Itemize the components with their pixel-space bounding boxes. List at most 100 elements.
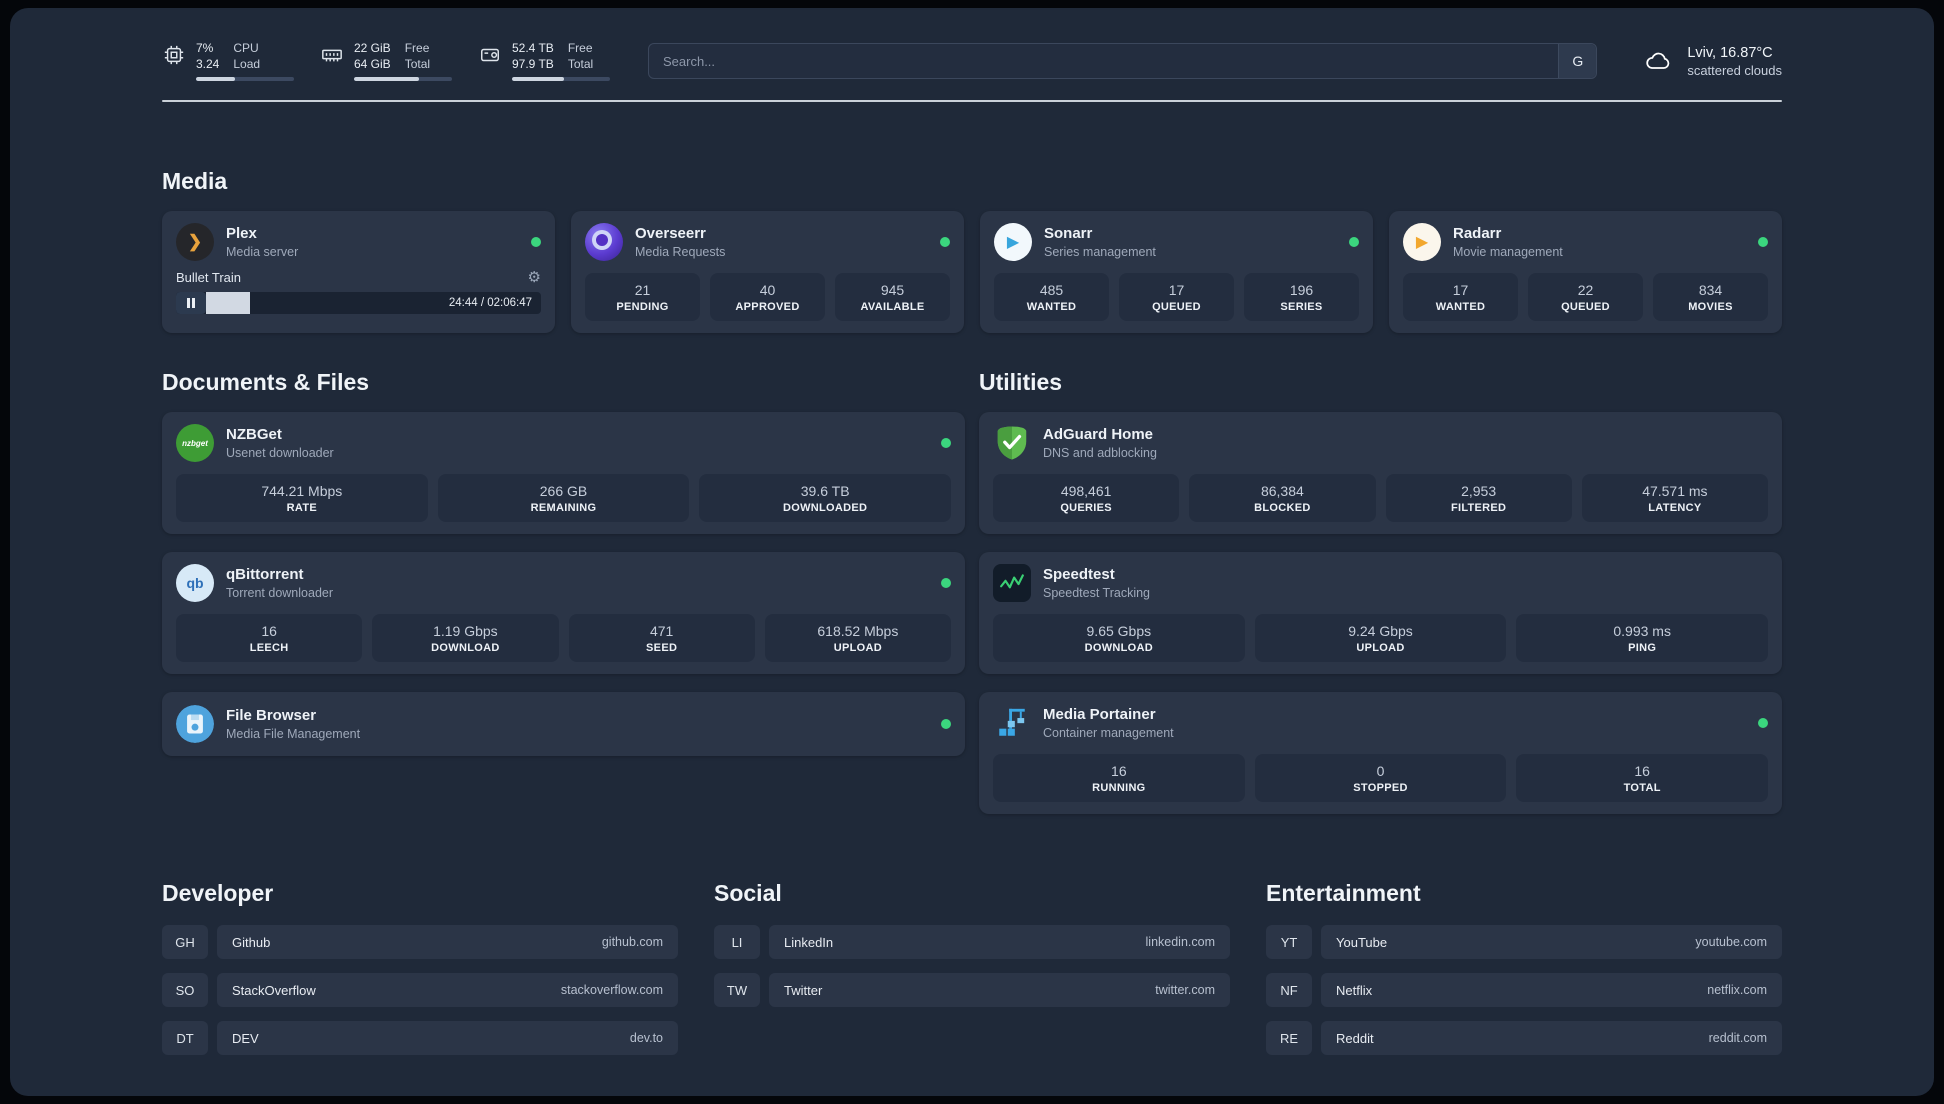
playback-time: 24:44 / 02:06:47 — [448, 297, 532, 309]
status-dot — [1758, 237, 1768, 247]
sonarr-icon: ▶ — [994, 223, 1032, 261]
bookmark-link-netflix[interactable]: Netflix netflix.com — [1321, 973, 1782, 1007]
status-dot — [940, 237, 950, 247]
memory-icon — [320, 43, 344, 67]
bookmark-abbr-stackoverflow[interactable]: SO — [162, 973, 208, 1007]
status-dot — [941, 578, 951, 588]
app-card-filebrowser[interactable]: File Browser Media File Management — [162, 692, 965, 756]
bookmark-abbr-twitter[interactable]: TW — [714, 973, 760, 1007]
disk-icon — [478, 43, 502, 67]
app-card-sonarr[interactable]: ▶ Sonarr Series management 485 WANTED 17 — [980, 211, 1373, 333]
stat-ping: 0.993 ms PING — [1516, 614, 1768, 662]
stat-download: 1.19 Gbps DOWNLOAD — [372, 614, 559, 662]
app-name-nzbget: NZBGet — [226, 426, 282, 444]
cpu-value: 7% — [196, 40, 214, 55]
app-subtitle-speedtest: Speedtest Tracking — [1043, 585, 1151, 600]
status-dot — [941, 438, 951, 448]
bookmark-twitter[interactable]: TW Twitter twitter.com — [714, 973, 1230, 1007]
bookmark-stackoverflow[interactable]: SO StackOverflow stackoverflow.com — [162, 973, 678, 1007]
cpu-monitor: 7% 3.24 CPU Load — [162, 40, 294, 82]
status-dot — [1758, 718, 1768, 728]
search-bar[interactable]: G — [648, 43, 1598, 79]
stat-stopped: 0 STOPPED — [1254, 754, 1507, 802]
app-card-radarr[interactable]: ▶ Radarr Movie management 17 WANTED 22 Q… — [1389, 211, 1782, 333]
media-player-bar[interactable]: 24:44 / 02:06:47 — [176, 292, 541, 314]
stat-remaining: 266 GB REMAINING — [437, 474, 690, 522]
app-card-speedtest[interactable]: Speedtest Speedtest Tracking 9.65 Gbps D… — [979, 552, 1782, 674]
app-card-nzbget[interactable]: nzbget NZBGet Usenet downloader 744.21 M… — [162, 412, 965, 534]
app-name-speedtest: Speedtest — [1043, 566, 1115, 584]
stat-total: 16 TOTAL — [1516, 754, 1768, 802]
search-input[interactable] — [648, 43, 1598, 79]
app-subtitle-filebrowser: Media File Management — [226, 726, 361, 741]
memory-progress-bar — [354, 77, 452, 82]
stat-approved: 40 APPROVED — [710, 273, 825, 321]
app-card-adguard[interactable]: AdGuard Home DNS and adblocking 498,461 … — [979, 412, 1782, 534]
memory-free-value: 22 GiB — [354, 40, 391, 55]
status-dot — [941, 719, 951, 729]
bookmark-link-reddit[interactable]: Reddit reddit.com — [1321, 1021, 1782, 1055]
bookmark-abbr-youtube[interactable]: YT — [1266, 925, 1312, 959]
bookmark-link-github[interactable]: Github github.com — [217, 925, 678, 959]
app-subtitle-sonarr: Series management — [1044, 244, 1156, 259]
section-title-media: Media — [162, 168, 228, 194]
filebrowser-icon — [176, 705, 214, 743]
cpu-icon — [162, 43, 186, 67]
bookmark-group-entertainment: Entertainment YT YouTube youtube.com NF … — [1266, 880, 1782, 1069]
bookmark-link-stackoverflow[interactable]: StackOverflow stackoverflow.com — [217, 973, 678, 1007]
overseerr-icon — [585, 223, 623, 261]
playback-progress[interactable] — [206, 292, 440, 314]
stat-queries: 498,461 QUERIES — [993, 474, 1180, 522]
bookmark-abbr-linkedin[interactable]: LI — [714, 925, 760, 959]
bookmark-link-youtube[interactable]: YouTube youtube.com — [1321, 925, 1782, 959]
portainer-icon — [993, 704, 1031, 742]
adguard-icon — [993, 424, 1031, 462]
cpu-progress-bar — [196, 77, 294, 82]
bookmark-abbr-github[interactable]: GH — [162, 925, 208, 959]
search-engine-button[interactable]: G — [1558, 44, 1597, 78]
app-card-plex[interactable]: ❯ Plex Media server Bullet Train ⚙ 24:44… — [162, 211, 555, 333]
bookmark-youtube[interactable]: YT YouTube youtube.com — [1266, 925, 1782, 959]
disk-monitor: 52.4 TB 97.9 TB Free Total — [478, 41, 610, 82]
app-card-portainer[interactable]: Media Portainer Container management 16 … — [979, 692, 1782, 814]
bookmark-abbr-netflix[interactable]: NF — [1266, 973, 1312, 1007]
section-title-documents: Documents & Files — [162, 369, 370, 395]
bookmark-link-linkedin[interactable]: LinkedIn linkedin.com — [769, 925, 1230, 959]
stat-seed: 471 SEED — [568, 614, 755, 662]
stat-upload: 9.24 Gbps UPLOAD — [1254, 614, 1507, 662]
documents-column: Documents & Files nzbget NZBGet Usenet d… — [162, 369, 965, 774]
bookmark-github[interactable]: GH Github github.com — [162, 925, 678, 959]
bookmark-link-twitter[interactable]: Twitter twitter.com — [769, 973, 1230, 1007]
now-playing-row: Bullet Train ⚙ — [176, 270, 541, 285]
app-card-overseerr[interactable]: Overseerr Media Requests 21 PENDING 40 A… — [571, 211, 964, 333]
cpu-load-value: 3.24 — [196, 56, 220, 71]
app-card-qbittorrent[interactable]: qb qBittorrent Torrent downloader 16 LEE… — [162, 552, 965, 674]
qbittorrent-icon: qb — [176, 564, 214, 602]
app-subtitle-portainer: Container management — [1043, 725, 1174, 740]
stat-latency: 47.571 ms LATENCY — [1581, 474, 1768, 522]
bookmark-reddit[interactable]: RE Reddit reddit.com — [1266, 1021, 1782, 1055]
status-dot — [531, 237, 541, 247]
topbar-divider — [162, 100, 1782, 102]
app-subtitle-plex: Media server — [226, 244, 299, 259]
stat-downloaded: 39.6 TB DOWNLOADED — [699, 474, 951, 522]
bookmark-abbr-dev[interactable]: DT — [162, 1021, 208, 1055]
disk-total-value: 97.9 TB — [512, 56, 554, 71]
stat-queued: 22 QUEUED — [1528, 273, 1643, 321]
speedtest-icon — [993, 564, 1031, 602]
app-name-qbittorrent: qBittorrent — [226, 566, 304, 584]
disk-total-label: Total — [567, 56, 594, 71]
app-subtitle-adguard: DNS and adblocking — [1043, 445, 1157, 460]
pause-icon — [187, 298, 195, 308]
bookmark-netflix[interactable]: NF Netflix netflix.com — [1266, 973, 1782, 1007]
app-name-adguard: AdGuard Home — [1043, 426, 1154, 444]
bookmark-link-dev[interactable]: DEV dev.to — [217, 1021, 678, 1055]
bookmark-linkedin[interactable]: LI LinkedIn linkedin.com — [714, 925, 1230, 959]
bookmark-dev[interactable]: DT DEV dev.to — [162, 1021, 678, 1055]
bookmark-abbr-reddit[interactable]: RE — [1266, 1021, 1312, 1055]
pause-button[interactable] — [176, 292, 206, 314]
stat-filtered: 2,953 FILTERED — [1385, 474, 1572, 522]
now-playing-title: Bullet Train — [176, 270, 242, 285]
app-name-plex: Plex — [226, 225, 257, 243]
gear-icon[interactable]: ⚙ — [528, 270, 541, 285]
